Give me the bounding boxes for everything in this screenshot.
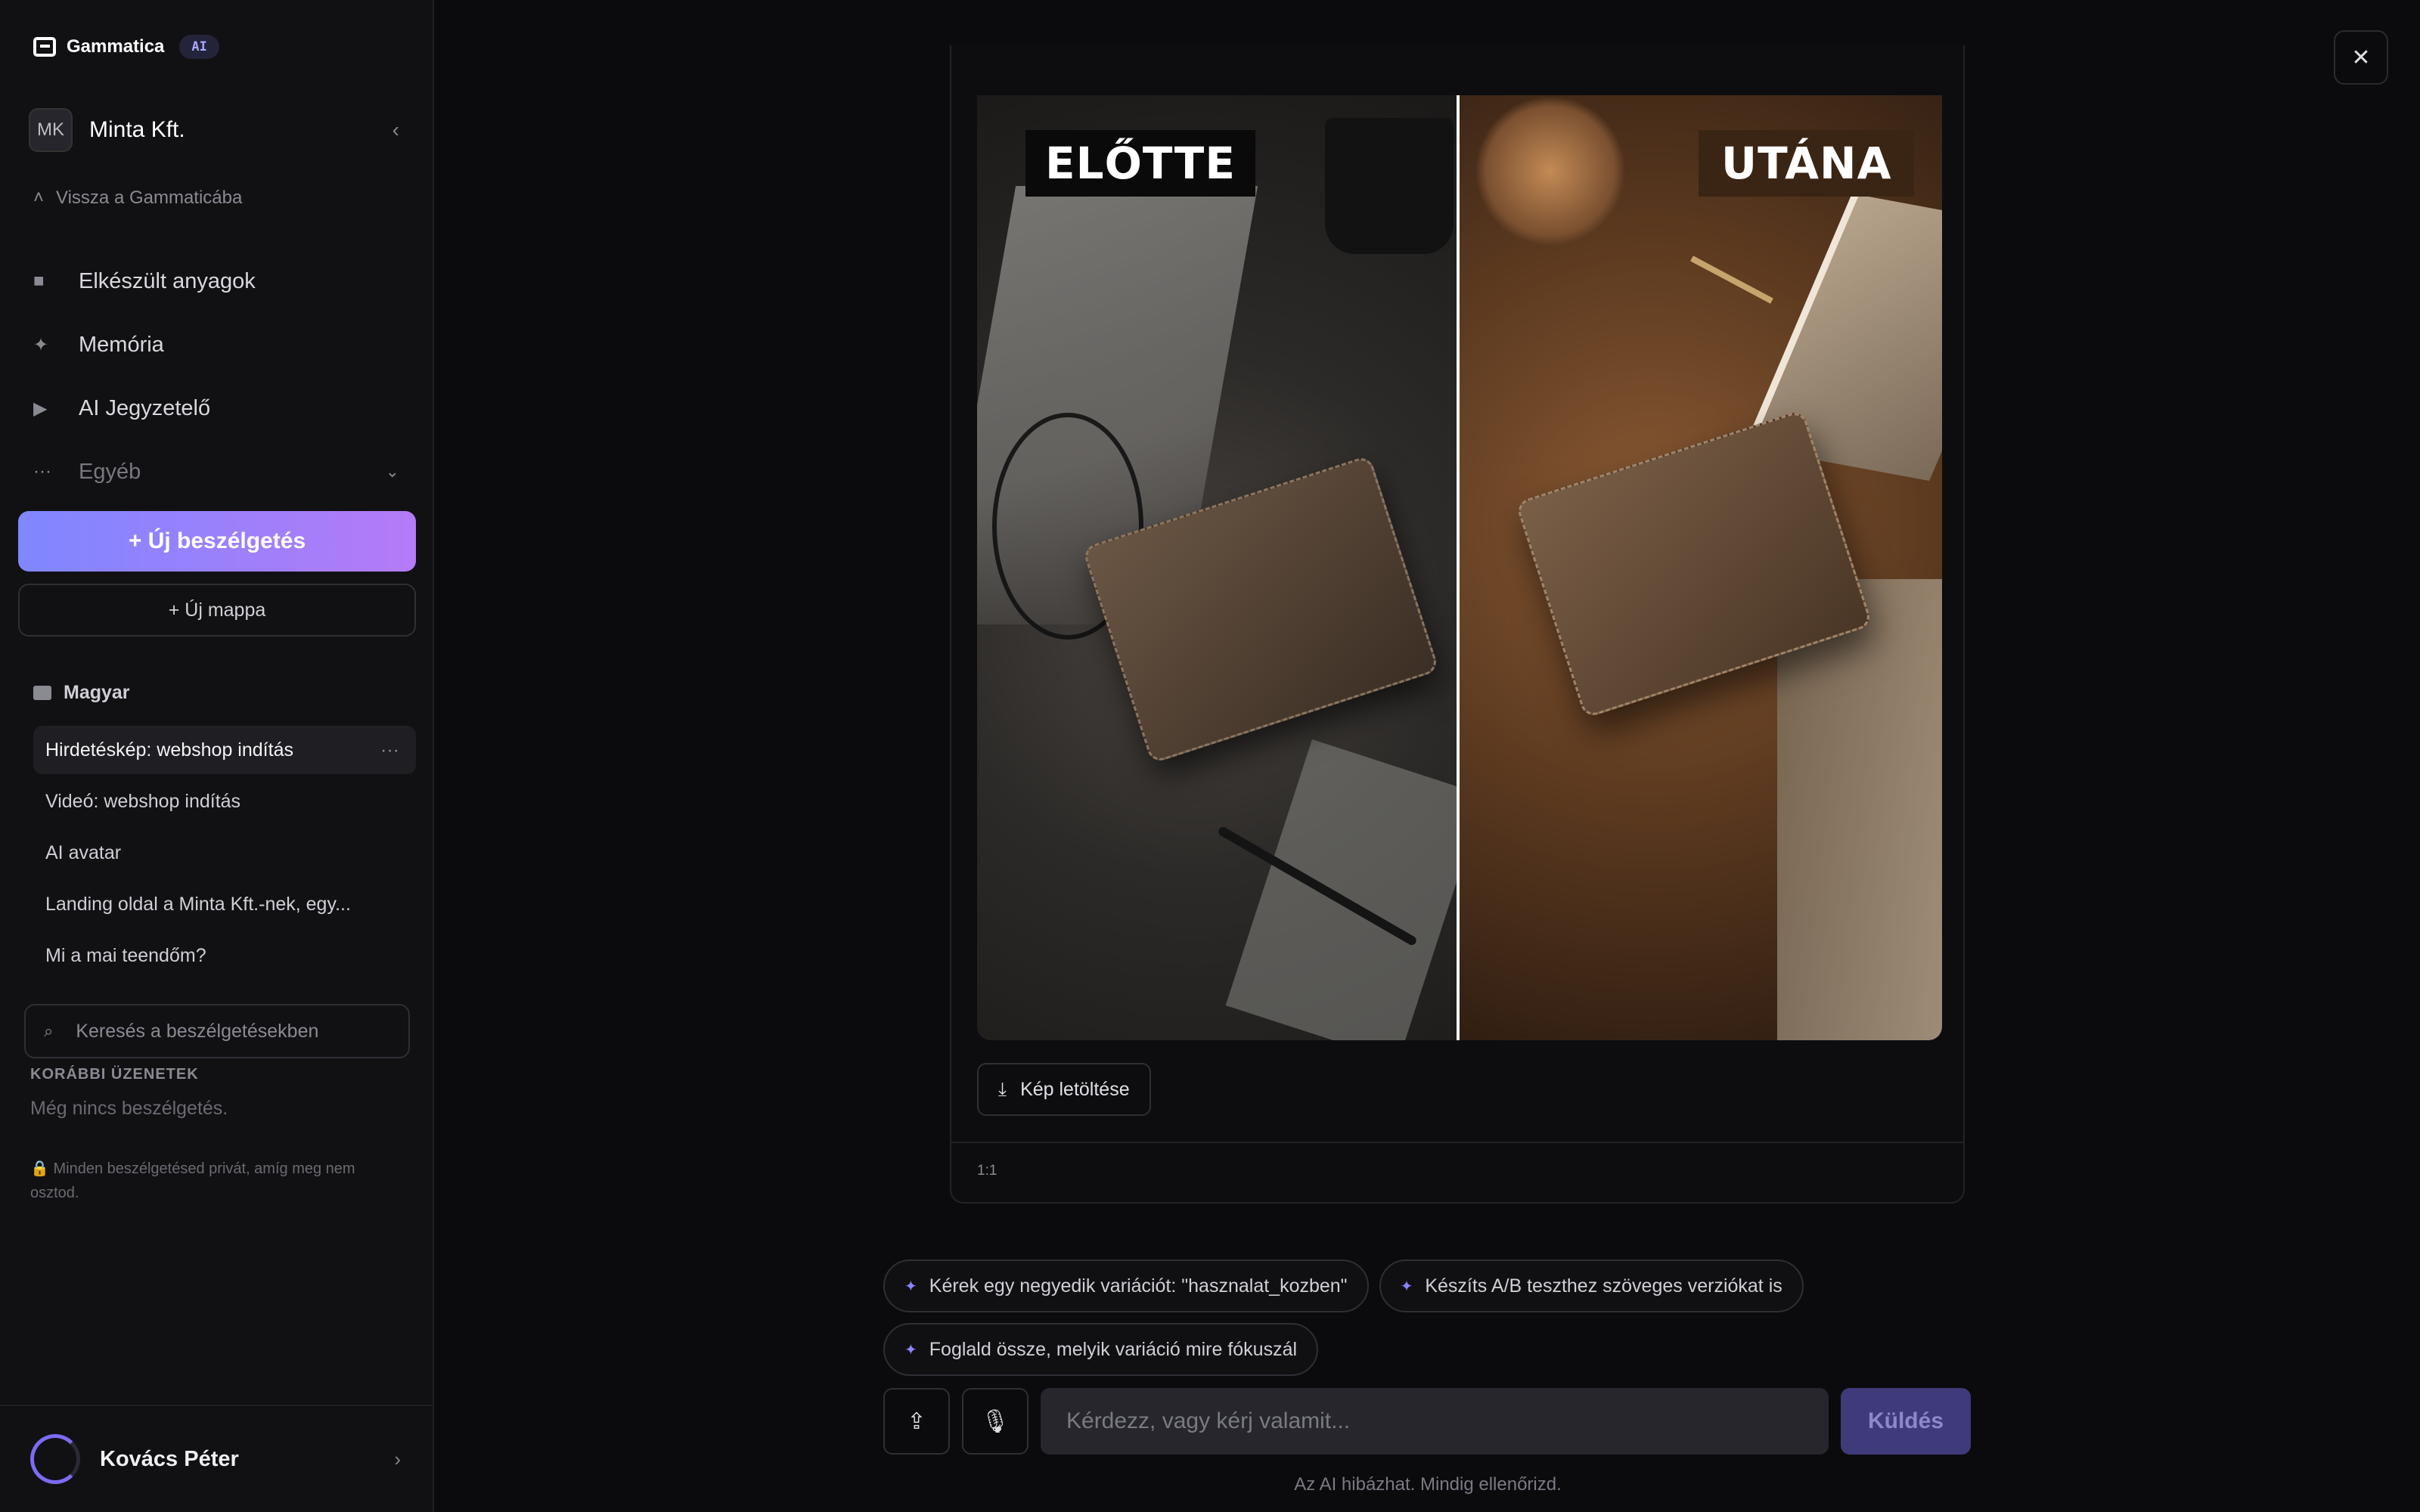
search-input[interactable]	[76, 1020, 379, 1043]
conversation-title: Landing oldal a Minta Kft.-nek, egy...	[45, 893, 351, 915]
suggestion-chip[interactable]: ✦ Készíts A/B teszthez szöveges verzióka…	[1379, 1259, 1804, 1312]
conversation-item[interactable]: Hirdetéskép: webshop indítás ···	[33, 726, 416, 774]
nav-label: AI Jegyzetelő	[79, 395, 211, 420]
conversation-list: Hirdetéskép: webshop indítás ··· Videó: …	[33, 726, 416, 983]
sidebar: Gammatica AI MK Minta Kft. ‹ ˄ Vissza a …	[0, 0, 434, 1512]
coffee-cup	[1325, 118, 1454, 254]
download-label: Kép letöltése	[1020, 1078, 1130, 1100]
chevron-down-icon: ⌄	[385, 462, 399, 481]
lock-icon: 🔒	[30, 1160, 49, 1177]
privacy-text: Minden beszélgetésed privát, amíg meg ne…	[30, 1160, 355, 1201]
ai-disclaimer: Az AI hibázhat. Mindig ellenőrizd.	[1294, 1474, 1562, 1495]
chevron-up-icon: ˄	[33, 187, 45, 208]
brand[interactable]: Gammatica AI	[33, 35, 219, 59]
ai-badge: AI	[179, 35, 219, 59]
more-options-icon[interactable]: ···	[380, 739, 399, 761]
key	[1690, 256, 1773, 304]
before-panel	[977, 95, 1485, 1040]
privacy-note: 🔒 Minden beszélgetésed privát, amíg meg …	[30, 1157, 401, 1205]
upload-icon: ⇪	[907, 1408, 926, 1434]
back-link[interactable]: ˄ Vissza a Gammaticába	[33, 187, 242, 209]
brand-name: Gammatica	[67, 36, 165, 57]
paper	[1225, 739, 1485, 1040]
main-nav: ■ Elkészült anyagok ✦ Memória ▶ AI Jegyz…	[33, 249, 404, 503]
user-avatar	[30, 1434, 80, 1484]
sparkle-icon: ✦	[904, 1278, 917, 1295]
search-icon: ⌕	[44, 1021, 54, 1040]
message-input[interactable]	[1041, 1388, 1829, 1455]
back-link-label: Vissza a Gammaticába	[56, 187, 243, 208]
conversation-title: Videó: webshop indítás	[45, 790, 241, 812]
nav-item-ai-notetaker[interactable]: ▶ AI Jegyzetelő	[33, 376, 404, 440]
split-divider	[1457, 95, 1460, 1040]
new-chat-button[interactable]: + Új beszélgetés	[18, 511, 416, 572]
aspect-ratio: 1:1	[977, 1163, 997, 1179]
history-empty-text: Még nincs beszélgetés.	[30, 1098, 228, 1119]
image-result-card: ELŐTTE UTÁNA ⤓ Kép letöltése 1:1	[950, 45, 1965, 1204]
sparkle-icon: ✦	[33, 334, 49, 355]
upload-button[interactable]: ⇪	[883, 1388, 950, 1455]
org-name: Minta Kft.	[89, 117, 185, 142]
folder-magyar[interactable]: Magyar	[33, 682, 130, 704]
collapse-sidebar-icon[interactable]: ‹	[392, 118, 399, 142]
suggestion-chip[interactable]: ✦ Kérek egy negyedik variációt: "hasznal…	[883, 1259, 1369, 1312]
conversation-search: ⌕	[24, 1004, 410, 1058]
nav-label: Elkészült anyagok	[79, 268, 256, 293]
chevron-right-icon: ›	[394, 1447, 401, 1470]
before-label: ELŐTTE	[1025, 130, 1255, 197]
download-image-button[interactable]: ⤓ Kép letöltése	[977, 1063, 1151, 1116]
conversation-title: AI avatar	[45, 841, 122, 863]
suggestion-chips: ✦ Kérek egy negyedik variációt: "hasznal…	[883, 1259, 1859, 1376]
before-after-image[interactable]: ELŐTTE UTÁNA	[977, 95, 1942, 1040]
nav-label: Memória	[79, 332, 164, 357]
send-button[interactable]: Küldés	[1841, 1388, 1971, 1455]
conversation-item[interactable]: Mi a mai teendőm?	[33, 931, 416, 980]
nav-item-materials[interactable]: ■ Elkészült anyagok	[33, 249, 404, 313]
nav-label: Egyéb	[79, 459, 141, 484]
download-icon: ⤓	[998, 1078, 1007, 1100]
history-label: KORÁBBI ÜZENETEK	[30, 1066, 199, 1083]
suggestion-text: Kérek egy negyedik variációt: "hasznalat…	[929, 1275, 1348, 1297]
close-button[interactable]: ✕	[2334, 30, 2388, 85]
linen-cloth	[1777, 579, 1942, 1040]
conversation-item[interactable]: AI avatar	[33, 829, 416, 877]
org-switcher[interactable]: MK Minta Kft. ‹	[29, 108, 404, 152]
gammatica-logo-icon	[33, 37, 56, 57]
user-profile[interactable]: Kovács Péter ›	[0, 1405, 434, 1512]
after-label: UTÁNA	[1699, 130, 1915, 197]
after-panel	[1460, 95, 1942, 1040]
sparkle-icon: ✦	[904, 1341, 917, 1359]
conversation-item[interactable]: Landing oldal a Minta Kft.-nek, egy...	[33, 880, 416, 928]
folder-icon: ■	[33, 271, 45, 291]
org-avatar: MK	[29, 108, 73, 152]
divider	[951, 1142, 1965, 1143]
microphone-button[interactable]: 🎙	[962, 1388, 1028, 1455]
folder-icon	[33, 686, 51, 700]
suggestion-text: Foglald össze, melyik variáció mire fóku…	[929, 1338, 1298, 1360]
sparkle-icon: ✦	[1400, 1278, 1413, 1295]
microphone-icon: 🎙	[980, 1408, 1010, 1434]
conversation-title: Hirdetéskép: webshop indítás	[45, 739, 293, 761]
video-icon: ▶	[33, 398, 48, 419]
conversation-title: Mi a mai teendőm?	[45, 944, 206, 966]
conversation-item[interactable]: Videó: webshop indítás	[33, 777, 416, 826]
suggestion-text: Készíts A/B teszthez szöveges verziókat …	[1425, 1275, 1782, 1297]
dots-icon: ···	[33, 461, 51, 482]
new-folder-button[interactable]: + Új mappa	[18, 584, 416, 637]
folder-name: Magyar	[64, 682, 130, 703]
user-name: Kovács Péter	[100, 1446, 239, 1471]
nav-item-memory[interactable]: ✦ Memória	[33, 313, 404, 376]
suggestion-chip[interactable]: ✦ Foglald össze, melyik variáció mire fó…	[883, 1323, 1319, 1376]
composer: ⇪ 🎙 Küldés	[883, 1388, 1972, 1455]
plant	[1475, 95, 1626, 246]
nav-item-other[interactable]: ··· Egyéb ⌄	[33, 440, 404, 503]
